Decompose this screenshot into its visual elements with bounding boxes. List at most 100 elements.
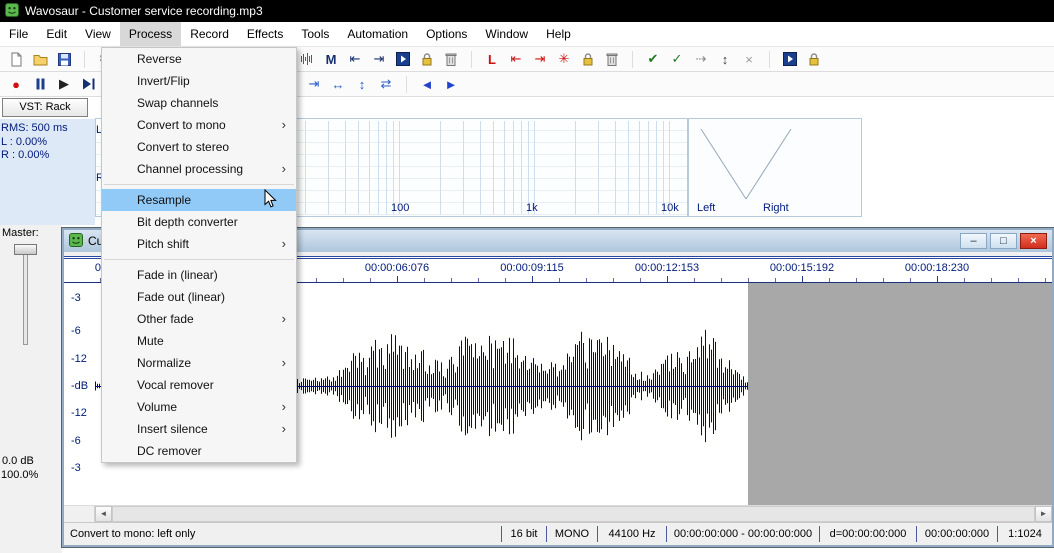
loop-start-icon[interactable]: ⇤ <box>504 49 528 70</box>
ruler-timestamp: 00:00:09:115 <box>487 262 577 274</box>
process-menu-item-fade-in-linear[interactable]: Fade in (linear) <box>102 264 296 286</box>
process-menu-item-fade-out-linear[interactable]: Fade out (linear) <box>102 286 296 308</box>
minimize-button[interactable]: – <box>960 233 987 249</box>
freq-label-10k: 10k <box>661 202 679 214</box>
scroll-left-arrow[interactable]: ◄ <box>95 506 112 522</box>
process-menu-item-reverse[interactable]: Reverse <box>102 48 296 70</box>
zoom-selection-end-icon[interactable]: ⇥ <box>302 74 326 95</box>
menu-separator <box>104 259 294 260</box>
nav-previous-icon[interactable]: ◄ <box>415 74 439 95</box>
process-menu-item-insert-silence[interactable]: Insert silence› <box>102 418 296 440</box>
close-x-icon[interactable]: × <box>737 49 761 70</box>
marker-prev-icon[interactable]: ⇤ <box>343 49 367 70</box>
pause-icon[interactable] <box>28 74 52 95</box>
process-menu-item-dc-remover[interactable]: DC remover <box>102 440 296 462</box>
master-slider-track[interactable] <box>23 247 28 345</box>
loop-lock-icon[interactable] <box>576 49 600 70</box>
db-scale-label: -3 <box>71 292 81 304</box>
process-menu-item-vocal-remover[interactable]: Vocal remover <box>102 374 296 396</box>
process-menu-item-swap-channels[interactable]: Swap channels <box>102 92 296 114</box>
process-menu-item-volume[interactable]: Volume› <box>102 396 296 418</box>
menu-item-label: Other fade <box>137 312 194 326</box>
loop-delete-icon[interactable] <box>600 49 624 70</box>
process-menu-item-pitch-shift[interactable]: Pitch shift› <box>102 233 296 255</box>
vst-rack-button[interactable]: VST: Rack <box>2 98 88 117</box>
menubar-item-process[interactable]: Process <box>120 22 181 46</box>
menubar-item-edit[interactable]: Edit <box>37 22 76 46</box>
swap-view-icon[interactable]: ⇄ <box>374 74 398 95</box>
freq-label-1k: 1k <box>526 202 538 214</box>
db-scale-column: -3-6-12-dB-12-6-3 <box>64 283 95 505</box>
process-menu-item-convert-to-stereo[interactable]: Convert to stereo <box>102 136 296 158</box>
menu-item-label: Resample <box>137 193 191 207</box>
menubar-item-effects[interactable]: Effects <box>238 22 292 46</box>
window-title: Wavosaur - Customer service recording.mp… <box>25 4 263 18</box>
menubar-item-record[interactable]: Record <box>181 22 238 46</box>
loop-end-icon[interactable]: ⇥ <box>528 49 552 70</box>
loop-marker-icon[interactable]: L <box>480 49 504 70</box>
auto-play-icon[interactable] <box>778 49 802 70</box>
marker-insert-icon[interactable]: M <box>319 49 343 70</box>
maximize-button[interactable]: □ <box>990 233 1017 249</box>
process-menu-item-invert-flip[interactable]: Invert/Flip <box>102 70 296 92</box>
nav-next-icon[interactable]: ► <box>439 74 463 95</box>
marker-next-icon[interactable]: ⇥ <box>367 49 391 70</box>
horizontal-scrollbar[interactable]: ◄ ► <box>64 505 1052 522</box>
menubar-item-options[interactable]: Options <box>417 22 476 46</box>
marker-delete-icon[interactable] <box>439 49 463 70</box>
menubar-item-tools[interactable]: Tools <box>292 22 338 46</box>
ruler-major-tick <box>667 276 668 282</box>
new-file-icon[interactable] <box>4 49 28 70</box>
master-slider-handle[interactable] <box>14 244 37 255</box>
status-field-2: 44100 Hz <box>597 526 666 542</box>
menu-item-label: Fade out (linear) <box>137 290 225 304</box>
open-file-icon[interactable] <box>28 49 52 70</box>
ruler-major-tick <box>397 276 398 282</box>
db-scale-label: -dB <box>71 380 88 392</box>
save-file-icon[interactable] <box>52 49 76 70</box>
menubar-item-window[interactable]: Window <box>476 22 537 46</box>
menubar-item-view[interactable]: View <box>76 22 120 46</box>
menubar-item-automation[interactable]: Automation <box>338 22 417 46</box>
verify-check-icon[interactable]: ✓ <box>665 49 689 70</box>
process-menu-item-normalize[interactable]: Normalize› <box>102 352 296 374</box>
edit-lock-icon[interactable] <box>802 49 826 70</box>
master-gain-db: 0.0 dB <box>2 455 34 467</box>
process-menu-item-channel-processing[interactable]: Channel processing› <box>102 158 296 180</box>
status-field-5: 00:00:00:000 <box>916 526 997 542</box>
play-selection-icon[interactable] <box>76 74 100 95</box>
snap-zero-icon[interactable]: ✔ <box>641 49 665 70</box>
db-scale-label: -12 <box>71 353 87 365</box>
loop-burst-icon[interactable]: ✳ <box>552 49 576 70</box>
close-button[interactable]: × <box>1020 233 1047 249</box>
scrollbar-thumb[interactable] <box>112 506 1035 522</box>
menubar-item-help[interactable]: Help <box>537 22 580 46</box>
zoom-horizontal-fit-icon[interactable]: ↔ <box>326 74 350 95</box>
marker-play-icon[interactable] <box>391 49 415 70</box>
process-menu-item-resample[interactable]: Resample <box>102 189 296 211</box>
resize-vertical-icon[interactable]: ↕ <box>713 49 737 70</box>
status-field-0: 16 bit <box>501 526 546 542</box>
menu-item-label: Convert to mono <box>137 118 226 132</box>
play-icon[interactable]: ▶ <box>52 74 76 95</box>
process-menu-item-mute[interactable]: Mute <box>102 330 296 352</box>
toolbar-separator <box>761 51 770 68</box>
ruler-timestamp: 00:00:15:192 <box>757 262 847 274</box>
menu-separator <box>104 184 294 185</box>
process-menu-item-bit-depth-converter[interactable]: Bit depth converter <box>102 211 296 233</box>
marker-zoom-out-icon[interactable] <box>295 49 319 70</box>
zoom-vertical-fit-icon[interactable]: ↕ <box>350 74 374 95</box>
scroll-right-arrow[interactable]: ► <box>1035 506 1052 522</box>
wavosaur-main-window: Wavosaur - Customer service recording.mp… <box>0 0 1054 553</box>
goniometer-left-label: Left <box>697 202 715 214</box>
process-menu-item-convert-to-mono[interactable]: Convert to mono › <box>102 114 296 136</box>
document-icon <box>69 233 83 250</box>
menubar-item-file[interactable]: File <box>0 22 37 46</box>
record-icon[interactable]: ● <box>4 74 28 95</box>
submenu-arrow-icon: › <box>282 114 286 136</box>
wavosaur-app-icon <box>5 3 19 20</box>
process-menu-item-other-fade[interactable]: Other fade› <box>102 308 296 330</box>
marker-lock-icon[interactable] <box>415 49 439 70</box>
dashed-arrow-icon[interactable]: ⇢ <box>689 49 713 70</box>
menu-item-label: Swap channels <box>137 96 218 110</box>
